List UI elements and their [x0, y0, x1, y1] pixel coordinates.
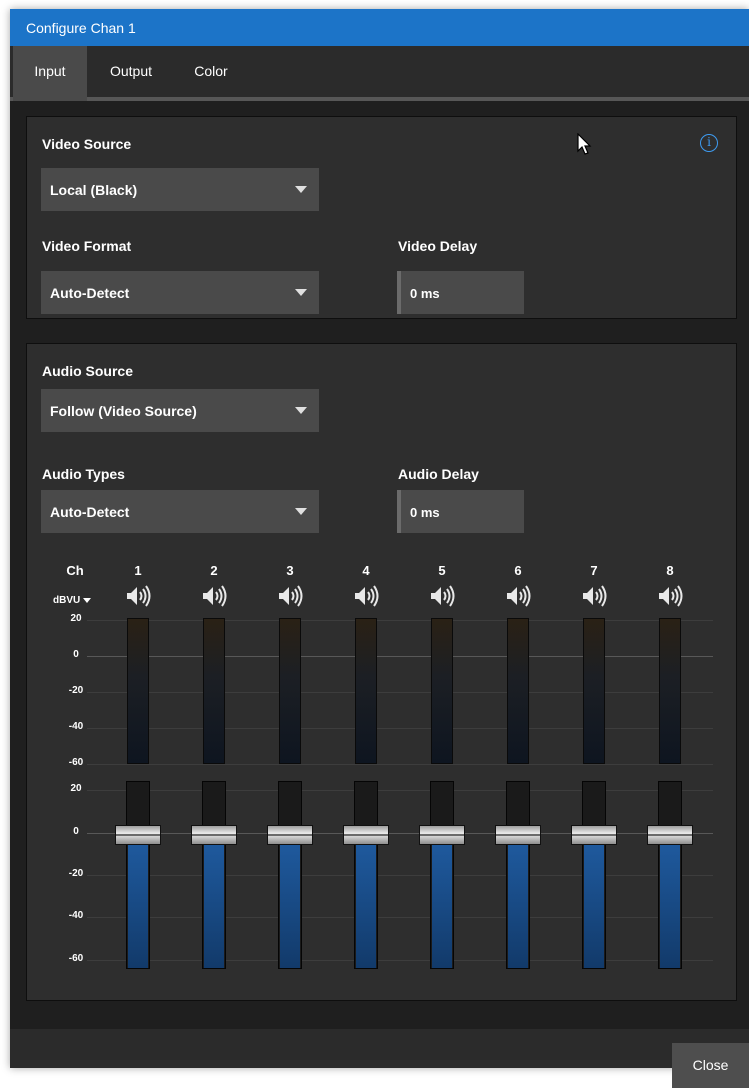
scale-gridline — [87, 790, 713, 791]
volume-fader-fill — [584, 838, 604, 968]
scale-label: 20 — [70, 783, 82, 794]
video-format-dropdown[interactable]: Auto-Detect — [41, 271, 319, 314]
channel-column-label: Ch — [66, 563, 84, 578]
tab-input[interactable]: Input — [13, 46, 87, 101]
speaker-volume-icon[interactable] — [422, 584, 462, 608]
level-meter — [507, 618, 529, 764]
channel-number: 2 — [210, 563, 218, 578]
scale-gridline — [87, 960, 713, 961]
scale-gridline — [87, 833, 713, 834]
chevron-down-icon — [295, 186, 307, 193]
volume-fader-knob[interactable] — [267, 825, 313, 845]
level-meter — [583, 618, 605, 764]
level-meter — [659, 618, 681, 764]
scale-label: -20 — [68, 868, 84, 879]
volume-fader-fill — [204, 838, 224, 968]
info-icon[interactable]: i — [700, 134, 718, 152]
channel-number: 8 — [666, 563, 674, 578]
tab-output[interactable]: Output — [87, 46, 175, 97]
volume-fader-track[interactable] — [126, 781, 150, 969]
video-source-value: Local (Black) — [50, 182, 138, 198]
speaker-volume-icon[interactable] — [194, 584, 234, 608]
scale-label: -40 — [68, 910, 84, 921]
dialog-title: Configure Chan 1 — [26, 20, 136, 36]
unit-label: dBVU — [53, 595, 81, 606]
volume-fader-fill — [356, 838, 376, 968]
video-format-label: Video Format — [42, 238, 132, 254]
channel-number: 6 — [514, 563, 522, 578]
scale-gridline — [87, 656, 713, 657]
video-settings-panel: Video Source Local (Black) i Video Forma… — [26, 116, 737, 319]
level-meter — [431, 618, 453, 764]
scale-gridline — [87, 875, 713, 876]
level-meter — [127, 618, 149, 764]
volume-fader-knob[interactable] — [495, 825, 541, 845]
audio-channel-mixer: Ch dBVU 20 0 -20 -40 -60 20 0 -20 -40 -60 1 2 3 4 5 6 7 8 — [27, 344, 736, 1000]
channel-number: 3 — [286, 563, 294, 578]
volume-fader-knob[interactable] — [115, 825, 161, 845]
dialog-title-bar: Configure Chan 1 — [10, 9, 749, 46]
volume-fader-knob[interactable] — [571, 825, 617, 845]
dialog-footer: Close — [10, 1029, 749, 1088]
volume-fader-track[interactable] — [278, 781, 302, 969]
volume-fader-track[interactable] — [430, 781, 454, 969]
speaker-volume-icon[interactable] — [346, 584, 386, 608]
scale-gridline — [87, 620, 713, 621]
video-format-value: Auto-Detect — [50, 285, 130, 301]
volume-fader-track[interactable] — [354, 781, 378, 969]
scale-label: -60 — [68, 757, 84, 768]
mouse-cursor-icon — [577, 133, 592, 155]
volume-fader-track[interactable] — [582, 781, 606, 969]
level-meter — [203, 618, 225, 764]
video-source-dropdown[interactable]: Local (Black) — [41, 168, 319, 211]
volume-fader-knob[interactable] — [343, 825, 389, 845]
volume-fader-fill — [280, 838, 300, 968]
speaker-volume-icon[interactable] — [650, 584, 690, 608]
scale-label: 20 — [70, 613, 82, 624]
video-delay-label: Video Delay — [398, 238, 478, 254]
scale-gridline — [87, 917, 713, 918]
scale-label: -40 — [68, 721, 84, 732]
volume-fader-knob[interactable] — [419, 825, 465, 845]
scale-label: 0 — [73, 826, 79, 837]
video-delay-field[interactable]: 0 ms — [397, 271, 524, 314]
speaker-volume-icon[interactable] — [270, 584, 310, 608]
tab-bar: Input Output Color — [10, 46, 749, 101]
volume-fader-knob[interactable] — [191, 825, 237, 845]
scale-gridline — [87, 764, 713, 765]
scale-gridline — [87, 728, 713, 729]
audio-settings-panel: Audio Source Follow (Video Source) Audio… — [26, 343, 737, 1001]
speaker-volume-icon[interactable] — [574, 584, 614, 608]
volume-fader-track[interactable] — [658, 781, 682, 969]
channel-number: 4 — [362, 563, 370, 578]
volume-fader-knob[interactable] — [647, 825, 693, 845]
level-meter — [355, 618, 377, 764]
scale-label: -60 — [68, 953, 84, 964]
volume-fader-track[interactable] — [506, 781, 530, 969]
configure-channel-dialog: Configure Chan 1 Input Output Color Vide… — [10, 9, 749, 1088]
close-button[interactable]: Close — [672, 1043, 749, 1088]
speaker-volume-icon[interactable] — [118, 584, 158, 608]
scale-label: 0 — [73, 649, 79, 660]
channel-number: 7 — [590, 563, 598, 578]
level-meter — [279, 618, 301, 764]
volume-fader-fill — [128, 838, 148, 968]
volume-fader-fill — [432, 838, 452, 968]
scale-label: -20 — [68, 685, 84, 696]
scale-gridline — [87, 692, 713, 693]
video-source-label: Video Source — [42, 136, 132, 152]
tab-content-input: Video Source Local (Black) i Video Forma… — [10, 101, 749, 1029]
volume-fader-fill — [508, 838, 528, 968]
channel-number: 1 — [134, 563, 142, 578]
chevron-down-icon — [83, 597, 92, 603]
channel-number: 5 — [438, 563, 446, 578]
chevron-down-icon — [295, 289, 307, 296]
volume-fader-track[interactable] — [202, 781, 226, 969]
unit-selector[interactable]: dBVU — [53, 595, 92, 606]
tab-color[interactable]: Color — [175, 46, 247, 97]
speaker-volume-icon[interactable] — [498, 584, 538, 608]
volume-fader-fill — [660, 838, 680, 968]
